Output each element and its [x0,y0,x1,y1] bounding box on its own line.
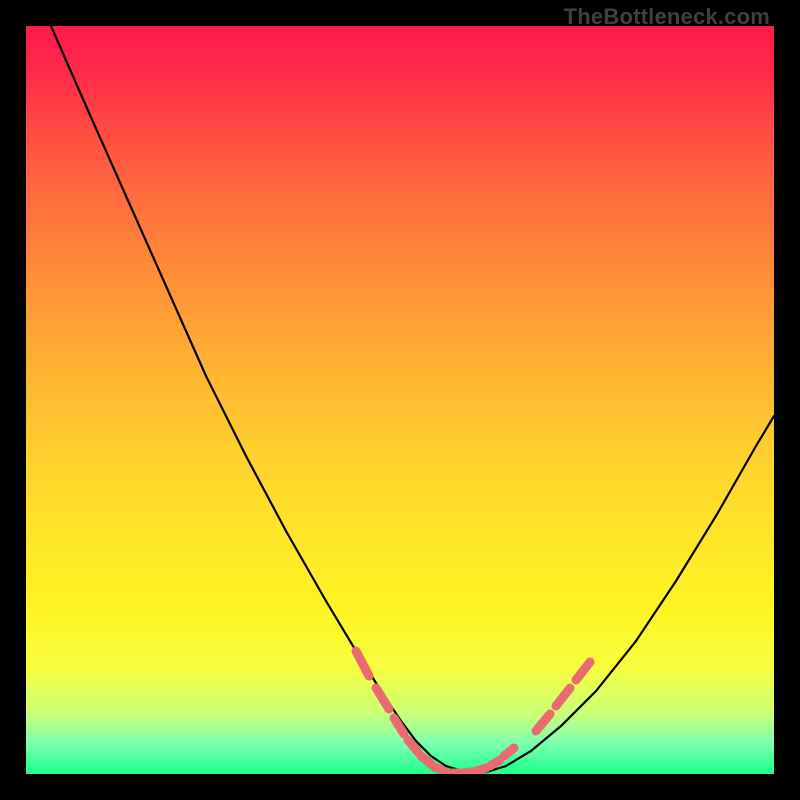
dash-segment [556,688,570,706]
dash-segment [504,748,514,756]
dash-segment [536,714,550,731]
dash-segment [356,651,369,676]
dash-segment [434,767,444,771]
dash-segment [462,772,472,773]
dash-segment [376,688,389,709]
dash-segment [394,718,404,734]
watermark-text: TheBottleneck.com [564,4,770,30]
main-curve [51,26,774,772]
dash-segment [576,662,590,680]
chart-frame [26,26,774,774]
dash-segment [476,768,486,771]
chart-svg [26,26,774,774]
dash-segment [421,756,431,764]
bottleneck-curve [51,26,774,772]
dash-overlay [356,651,590,773]
dash-segment [490,760,500,766]
